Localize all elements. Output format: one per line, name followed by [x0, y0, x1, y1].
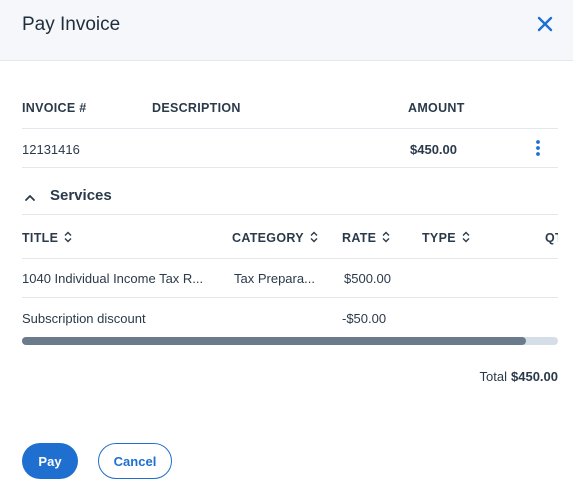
- service-title: 1040 Individual Income Tax R...: [22, 271, 204, 286]
- divider: [22, 128, 558, 129]
- horizontal-scrollbar[interactable]: [22, 337, 558, 345]
- header-title: TITLE: [22, 231, 59, 245]
- sort-rate-button[interactable]: RATE: [342, 231, 390, 246]
- invoice-amount: $450.00: [410, 142, 457, 157]
- total-summary: Total $450.00: [480, 369, 558, 384]
- divider: [22, 258, 558, 259]
- header-invoice-number: INVOICE #: [22, 101, 87, 115]
- header-description: DESCRIPTION: [152, 101, 241, 115]
- sort-icon: [310, 231, 318, 246]
- service-rate: -$50.00: [342, 311, 387, 326]
- divider: [22, 297, 558, 298]
- invoice-number: 12131416: [22, 142, 80, 157]
- service-rate: $500.00: [344, 271, 391, 286]
- dialog-title: Pay Invoice: [22, 14, 121, 35]
- sort-title-button[interactable]: TITLE: [22, 231, 72, 246]
- header-quantity-clip: QT: [545, 231, 558, 247]
- scrollbar-thumb[interactable]: [22, 337, 526, 345]
- close-icon[interactable]: [535, 14, 555, 34]
- chevron-up-icon: [24, 190, 36, 208]
- cancel-button[interactable]: Cancel: [98, 443, 172, 479]
- divider: [22, 167, 558, 168]
- service-title: Subscription discount: [22, 311, 146, 326]
- pay-button[interactable]: Pay: [22, 443, 78, 479]
- sort-icon: [462, 231, 470, 246]
- sort-icon: [382, 231, 390, 246]
- header-amount: AMOUNT: [408, 101, 465, 115]
- total-label: Total: [479, 369, 507, 384]
- header-rate: RATE: [342, 231, 377, 245]
- sort-icon: [64, 231, 72, 246]
- total-value: $450.00: [511, 369, 558, 384]
- service-category: Tax Prepara...: [234, 271, 315, 286]
- kebab-menu-icon[interactable]: [532, 139, 544, 162]
- header-type: TYPE: [422, 231, 456, 245]
- sort-type-button[interactable]: TYPE: [422, 231, 470, 246]
- dialog-header: Pay Invoice: [0, 0, 573, 61]
- services-label: Services: [50, 187, 112, 204]
- divider: [22, 214, 558, 215]
- sort-category-button[interactable]: CATEGORY: [232, 231, 318, 246]
- header-category: CATEGORY: [232, 231, 304, 245]
- header-quantity: QT: [545, 231, 558, 245]
